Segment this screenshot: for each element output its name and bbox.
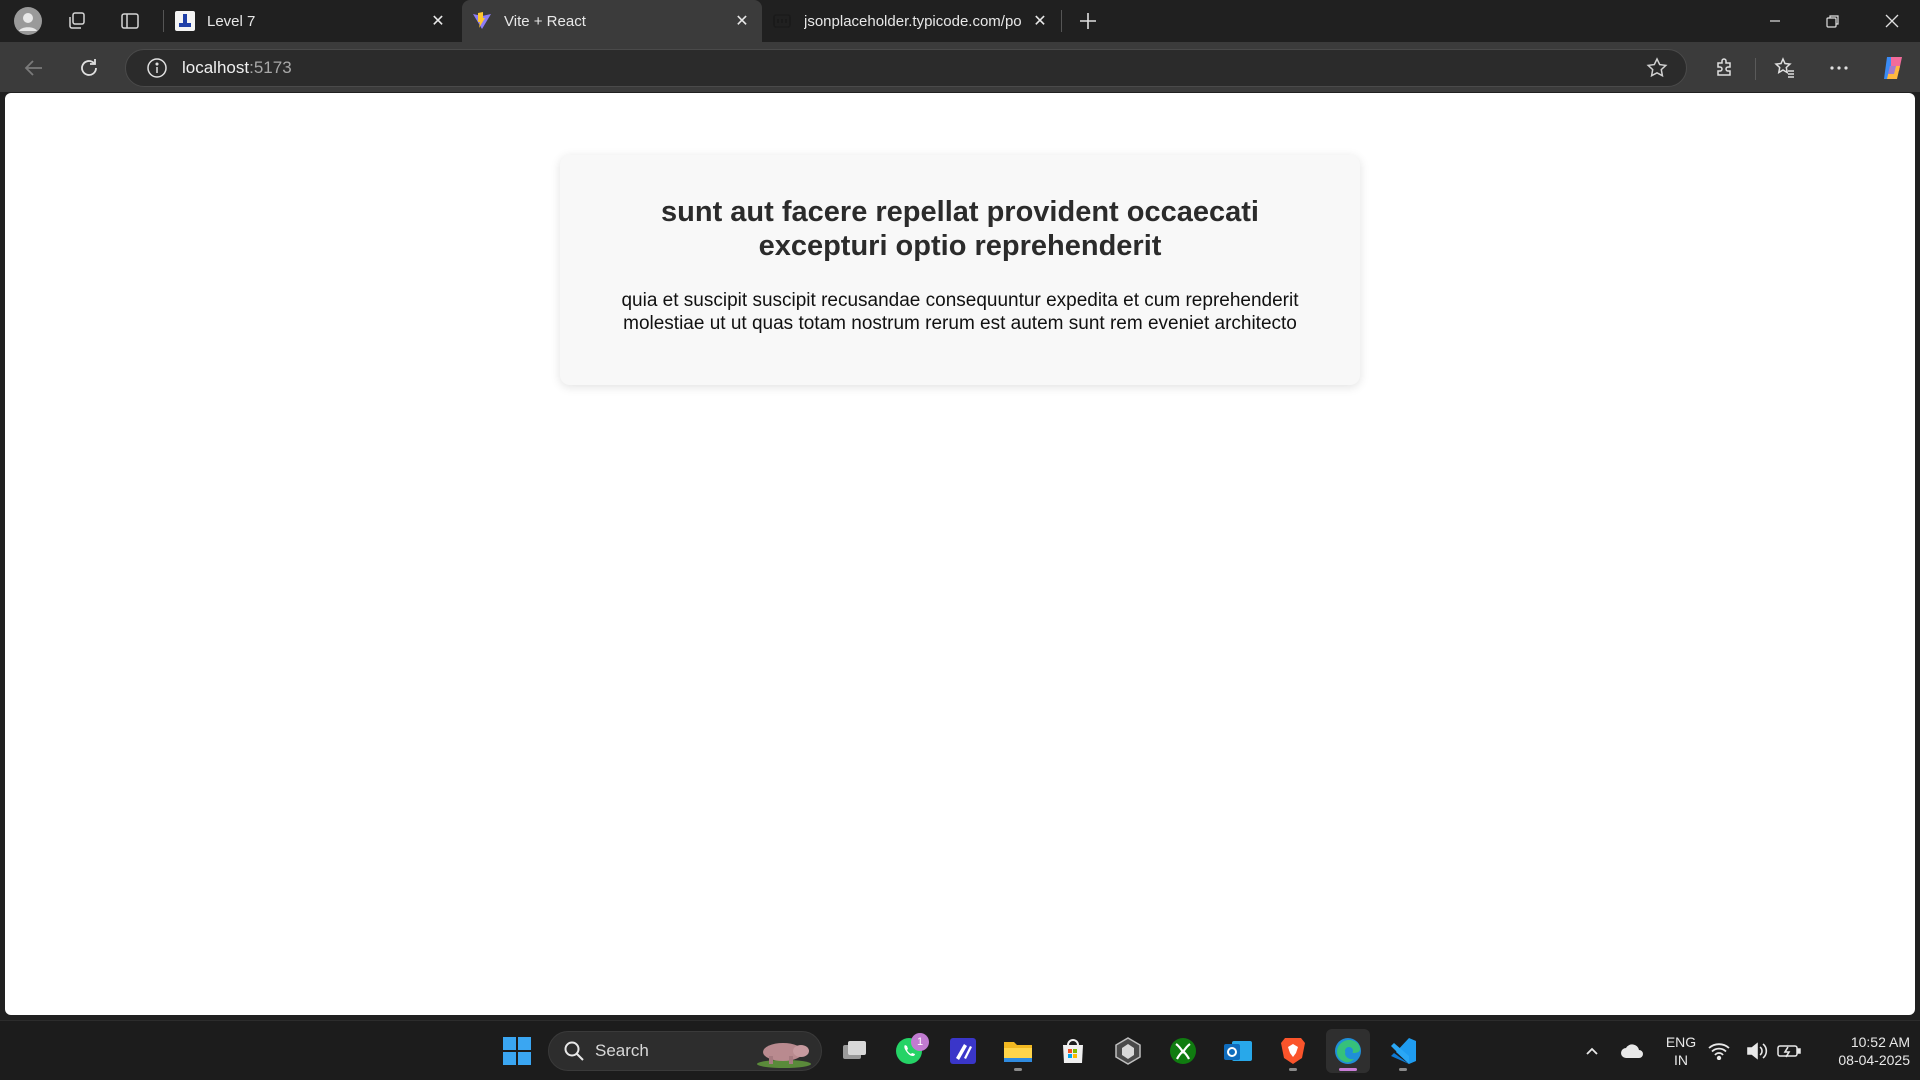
- copilot-icon[interactable]: [1877, 52, 1909, 84]
- outlook-icon[interactable]: [1216, 1029, 1260, 1073]
- clock-date: 08-04-2025: [1838, 1052, 1910, 1068]
- more-options-icon[interactable]: [1823, 52, 1855, 84]
- new-tab-icon[interactable]: [1073, 6, 1103, 36]
- language-region: IN: [1674, 1052, 1688, 1068]
- vscode-icon[interactable]: [1381, 1029, 1425, 1073]
- windows-start-icon[interactable]: [495, 1029, 539, 1073]
- running-indicator: [1339, 1068, 1357, 1071]
- title-bar: Level 7 ✕ Vite + React ✕ jsonplaceholder…: [0, 0, 1920, 42]
- whatsapp-notification-badge: 1: [911, 1033, 929, 1051]
- post-card: sunt aut facere repellat provident occae…: [560, 155, 1360, 385]
- tab-label: Vite + React: [504, 12, 586, 30]
- volume-icon[interactable]: [1742, 1029, 1772, 1073]
- close-tab-icon[interactable]: ✕: [728, 7, 756, 35]
- close-tab-icon[interactable]: ✕: [1026, 7, 1054, 35]
- tab-separator: [163, 10, 164, 32]
- microsoft-store-icon[interactable]: [1051, 1029, 1095, 1073]
- vite-logo-icon: [472, 11, 492, 31]
- whatsapp-icon[interactable]: 1: [887, 1029, 931, 1073]
- battery-charging-icon[interactable]: [1774, 1029, 1804, 1073]
- brave-browser-icon[interactable]: [1271, 1029, 1315, 1073]
- level-7-favicon-icon: [175, 11, 195, 31]
- extensions-icon[interactable]: [1708, 52, 1740, 84]
- taskbar-clock[interactable]: 10:52 AM 08-04-2025: [1810, 1033, 1910, 1069]
- tab-label: jsonplaceholder.typicode.com/po: [804, 12, 1022, 30]
- url-port: :5173: [249, 58, 292, 77]
- unity-hub-icon[interactable]: [1106, 1029, 1150, 1073]
- post-title: sunt aut facere repellat provident occae…: [661, 196, 1259, 262]
- language-code: ENG: [1665, 1034, 1697, 1050]
- post-body: quia et suscipit suscipit recusandae con…: [621, 290, 1299, 334]
- running-indicator: [1289, 1068, 1297, 1071]
- favorites-icon[interactable]: [1769, 52, 1801, 84]
- task-view-icon[interactable]: [832, 1029, 876, 1073]
- minimize-icon[interactable]: [1747, 0, 1803, 42]
- running-indicator: [1014, 1068, 1022, 1071]
- workspaces-icon[interactable]: [62, 6, 92, 36]
- vertical-tabs-icon[interactable]: [115, 6, 145, 36]
- back-arrow-icon[interactable]: [18, 52, 50, 84]
- search-highlight-hippo-icon: [755, 1036, 813, 1073]
- profile-avatar-icon[interactable]: [13, 6, 43, 36]
- tab-vite-react[interactable]: Vite + React ✕: [462, 0, 762, 42]
- refresh-icon[interactable]: [73, 52, 105, 84]
- site-info-icon[interactable]: [146, 57, 168, 79]
- tab-label: Level 7: [207, 12, 256, 30]
- url-host: localhost: [182, 58, 250, 77]
- taskbar: Search 1 ENG IN 10:52 AM 08-04-2025: [0, 1020, 1920, 1080]
- close-window-icon[interactable]: [1864, 0, 1920, 42]
- tab-separator: [1061, 10, 1062, 32]
- tab-jsonplaceholder[interactable]: jsonplaceholder.typicode.com/po ✕: [762, 0, 1060, 42]
- onedrive-cloud-icon[interactable]: [1610, 1029, 1654, 1073]
- edge-browser-icon[interactable]: [1326, 1029, 1370, 1073]
- tab-level-7[interactable]: Level 7 ✕: [165, 0, 458, 42]
- address-bar[interactable]: localhost:5173: [125, 49, 1687, 87]
- show-hidden-icons-chevron-up-icon[interactable]: [1570, 1029, 1614, 1073]
- clock-time: 10:52 AM: [1850, 1034, 1910, 1050]
- taskbar-search[interactable]: Search: [548, 1031, 822, 1071]
- paint-app-icon[interactable]: [941, 1029, 985, 1073]
- running-indicator: [1399, 1068, 1407, 1071]
- restore-icon[interactable]: [1805, 0, 1861, 42]
- file-explorer-icon[interactable]: [996, 1029, 1040, 1073]
- browser-toolbar: localhost:5173: [0, 42, 1920, 92]
- search-label: Search: [595, 1041, 649, 1060]
- xbox-icon[interactable]: [1161, 1029, 1205, 1073]
- toolbar-separator: [1755, 58, 1756, 80]
- jsonplaceholder-favicon-icon: [772, 11, 792, 31]
- favorite-star-icon[interactable]: [1646, 57, 1668, 84]
- wifi-icon[interactable]: [1704, 1029, 1734, 1073]
- input-language-indicator[interactable]: ENG IN: [1660, 1033, 1702, 1069]
- page-viewport: sunt aut facere repellat provident occae…: [5, 93, 1915, 1015]
- close-tab-icon[interactable]: ✕: [424, 7, 452, 35]
- search-icon: [564, 1041, 584, 1061]
